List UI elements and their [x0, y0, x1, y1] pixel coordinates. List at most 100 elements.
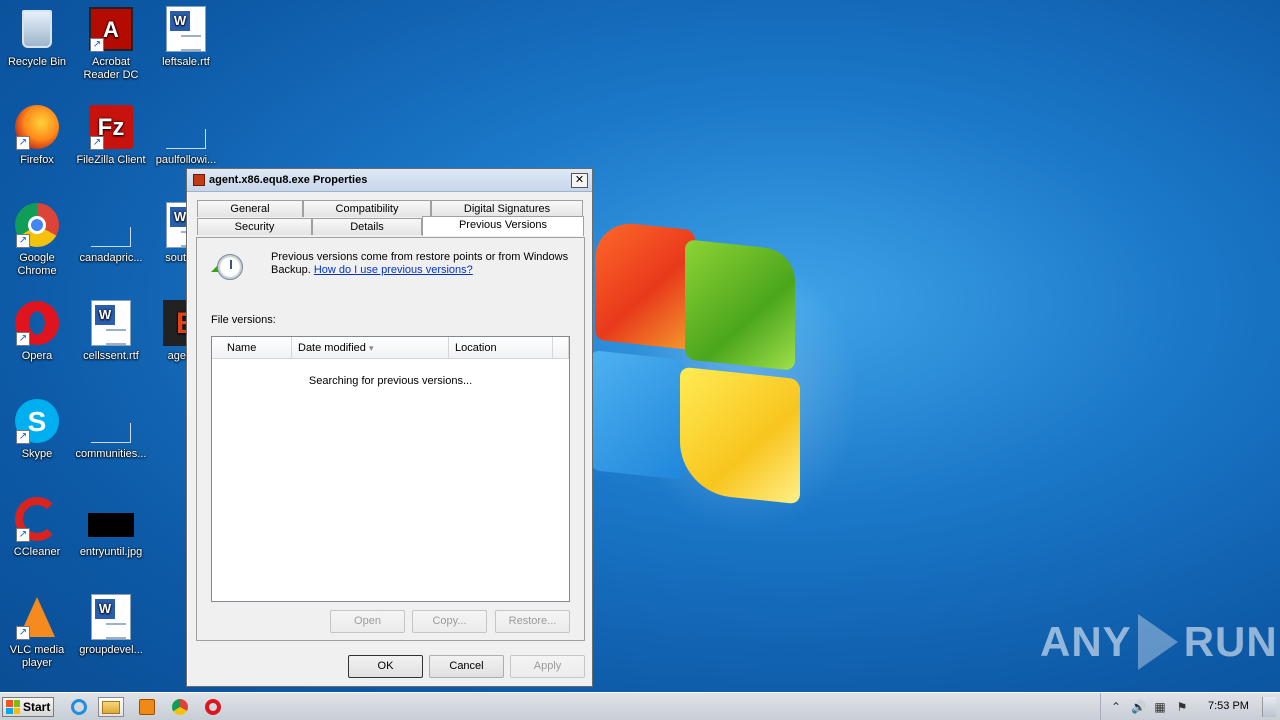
- column-header-date-modified[interactable]: Date modified ▾: [292, 337, 449, 359]
- column-label: Date modified: [298, 342, 366, 354]
- desktop-icon-label: leftsale.rtf: [162, 56, 210, 68]
- desktop-icon-leftsale[interactable]: leftsale.rtf: [149, 6, 223, 69]
- column-label: Location: [455, 342, 497, 354]
- desktop-icon-label: communities...: [75, 448, 147, 460]
- action-center-flag-icon[interactable]: ⚑: [1175, 700, 1189, 714]
- desktop-icon-vlc[interactable]: ↗ VLC media player: [0, 594, 74, 670]
- column-header-location[interactable]: Location: [449, 337, 553, 359]
- desktop-icon-label: VLC media player: [9, 644, 65, 669]
- media-player-icon: [139, 699, 155, 715]
- watermark-text-left: ANY: [1040, 618, 1132, 665]
- taskbar-explorer[interactable]: [98, 697, 124, 717]
- tab-general[interactable]: General: [197, 200, 303, 217]
- file-versions-list[interactable]: Name Date modified ▾ Location Searching …: [211, 336, 570, 602]
- word-doc-icon: [166, 6, 206, 52]
- desktop-icon-filezilla[interactable]: Fz ↗ FileZilla Client: [74, 104, 148, 167]
- speaker-icon[interactable]: 🔊: [1131, 700, 1146, 714]
- explorer-icon: [102, 700, 120, 714]
- desktop-icon-paulfollowi[interactable]: paulfollowi...: [149, 104, 223, 167]
- shortcut-arrow-icon: ↗: [16, 234, 30, 248]
- windows-logo-wallpaper: [560, 215, 860, 535]
- file-icon: [91, 423, 131, 443]
- desktop-icon-ccleaner[interactable]: ↗ CCleaner: [0, 496, 74, 559]
- tab-compatibility[interactable]: Compatibility: [303, 200, 431, 217]
- taskbar-media-player[interactable]: [134, 697, 160, 717]
- desktop-icon-recycle-bin[interactable]: Recycle Bin: [0, 6, 74, 69]
- desktop-icon-opera[interactable]: ↗ Opera: [0, 300, 74, 363]
- tab-previous-versions[interactable]: Previous Versions: [422, 216, 584, 236]
- tab-details[interactable]: Details: [312, 218, 422, 235]
- desktop-icon-label: canadapric...: [79, 252, 143, 264]
- restore-button[interactable]: Restore...: [495, 610, 570, 633]
- list-header: Name Date modified ▾ Location: [212, 337, 569, 359]
- desktop-icon-entryuntil[interactable]: entryuntil.jpg: [74, 496, 148, 559]
- taskbar: Start ⌃ 🔊 ▦ ⚑ 7:53 PM: [0, 692, 1280, 720]
- desktop-icon-label: Opera: [21, 350, 53, 362]
- file-versions-label: File versions:: [211, 314, 276, 326]
- desktop-icon-label: CCleaner: [13, 546, 61, 558]
- help-link[interactable]: How do I use previous versions?: [314, 264, 473, 276]
- close-button[interactable]: ✕: [571, 172, 588, 188]
- shortcut-arrow-icon: ↗: [16, 136, 30, 150]
- shortcut-arrow-icon: ↗: [90, 136, 104, 150]
- column-header-filler: [553, 337, 569, 359]
- open-button[interactable]: Open: [330, 610, 405, 633]
- file-icon: [91, 227, 131, 247]
- sort-down-icon: ▾: [368, 343, 374, 353]
- properties-dialog: agent.x86.equ8.exe Properties ✕ General …: [186, 168, 593, 687]
- tab-digital-signatures[interactable]: Digital Signatures: [431, 200, 583, 217]
- desktop-icon-label: groupdevel...: [79, 644, 143, 656]
- desktop-icon-label: entryuntil.jpg: [79, 546, 143, 558]
- tab-strip: General Compatibility Digital Signatures…: [197, 200, 584, 238]
- desktop-icon-acrobat[interactable]: A ↗ Acrobat Reader DC: [74, 6, 148, 82]
- desktop-icon-label: FileZilla Client: [76, 154, 146, 166]
- desktop-icon-label: Google Chrome: [17, 252, 57, 277]
- watermark-text-right: RUN: [1183, 618, 1278, 665]
- start-label: Start: [23, 700, 51, 714]
- start-button[interactable]: Start: [2, 697, 54, 717]
- column-header-name[interactable]: Name: [212, 337, 292, 359]
- info-text-block: Previous versions come from restore poin…: [271, 251, 571, 277]
- previous-versions-panel: Previous versions come from restore poin…: [196, 237, 585, 641]
- desktop-icon-communities[interactable]: communities...: [74, 398, 148, 461]
- show-hidden-icons-button[interactable]: ⌃: [1109, 700, 1123, 714]
- taskbar-clock[interactable]: 7:53 PM: [1208, 700, 1249, 712]
- desktop-icon-label: paulfollowi...: [155, 154, 217, 166]
- network-icon[interactable]: ▦: [1153, 700, 1167, 714]
- tab-security[interactable]: Security: [197, 218, 312, 235]
- desktop-icon-cellssent[interactable]: cellssent.rtf: [74, 300, 148, 363]
- shortcut-arrow-icon: ↗: [16, 626, 30, 640]
- windows-flag-icon: [6, 700, 20, 714]
- dialog-titlebar[interactable]: agent.x86.equ8.exe Properties ✕: [187, 169, 592, 192]
- copy-button[interactable]: Copy...: [412, 610, 487, 633]
- chrome-icon: [172, 699, 188, 715]
- desktop-icon-canadapric[interactable]: canadapric...: [74, 202, 148, 265]
- word-doc-icon: [91, 594, 131, 640]
- shortcut-arrow-icon: ↗: [16, 528, 30, 542]
- shortcut-arrow-icon: ↗: [16, 430, 30, 444]
- shortcut-arrow-icon: ↗: [90, 38, 104, 52]
- desktop-icon-groupdevel[interactable]: groupdevel...: [74, 594, 148, 657]
- desktop-icon-label: Skype: [21, 448, 53, 460]
- column-label: Name: [227, 342, 257, 354]
- dialog-title: agent.x86.equ8.exe Properties: [209, 174, 368, 186]
- desktop-icon-label: Acrobat Reader DC: [83, 56, 139, 81]
- apply-button[interactable]: Apply: [510, 655, 585, 678]
- desktop-icon-skype[interactable]: S ↗ Skype: [0, 398, 74, 461]
- opera-icon: [205, 699, 221, 715]
- ok-button[interactable]: OK: [348, 655, 423, 678]
- taskbar-internet-explorer[interactable]: [66, 697, 92, 717]
- app-icon: [193, 174, 205, 186]
- anyrun-watermark: ANY RUN: [1040, 612, 1278, 672]
- restore-clock-icon: [211, 250, 245, 282]
- desktop-icon-chrome[interactable]: ↗ Google Chrome: [0, 202, 74, 278]
- shortcut-arrow-icon: ↗: [16, 332, 30, 346]
- desktop-icon-label: Recycle Bin: [7, 56, 67, 68]
- play-logo-icon: [1137, 614, 1178, 670]
- word-doc-icon: [91, 300, 131, 346]
- cancel-button[interactable]: Cancel: [429, 655, 504, 678]
- desktop-icon-firefox[interactable]: ↗ Firefox: [0, 104, 74, 167]
- show-desktop-button[interactable]: [1262, 697, 1276, 717]
- taskbar-opera[interactable]: [200, 697, 226, 717]
- taskbar-chrome[interactable]: [167, 697, 193, 717]
